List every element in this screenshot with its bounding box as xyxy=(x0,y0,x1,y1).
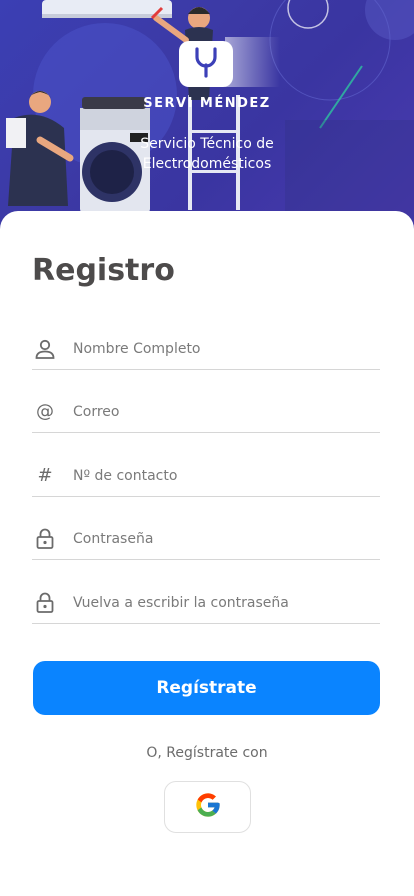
hash-icon: # xyxy=(37,465,53,486)
logo xyxy=(179,41,233,87)
full-name-field[interactable] xyxy=(32,328,380,370)
password-input[interactable] xyxy=(73,530,363,547)
full-name-input[interactable] xyxy=(73,340,363,357)
tagline-line1: Servicio Técnico de xyxy=(140,136,274,152)
email-input[interactable] xyxy=(73,403,363,420)
google-signup-button[interactable] xyxy=(164,781,251,833)
contact-number-input[interactable] xyxy=(73,467,363,484)
logo-glow xyxy=(225,37,280,87)
technicians-illustration xyxy=(6,0,414,230)
lock-icon xyxy=(32,590,58,616)
password-field[interactable] xyxy=(32,518,380,560)
hero-banner: SERVI MÉNDEZ Servicio Técnico de Electro… xyxy=(0,0,414,230)
at-icon: @ xyxy=(36,401,54,422)
register-button[interactable]: Regístrate xyxy=(33,661,380,715)
confirm-password-field[interactable] xyxy=(32,582,380,624)
page-title: Registro xyxy=(32,253,175,288)
wrench-icon xyxy=(191,45,221,83)
contact-number-field[interactable]: # xyxy=(32,455,380,497)
google-icon xyxy=(194,791,222,823)
alt-register-label: O, Regístrate con xyxy=(146,745,268,761)
register-card: Registro @ # Regístrate O, Regístrate co… xyxy=(0,211,414,896)
brand-name: SERVI MÉNDEZ xyxy=(143,96,271,111)
tagline-line2: Electrodomésticos xyxy=(142,156,272,172)
confirm-password-input[interactable] xyxy=(73,594,363,611)
email-field[interactable]: @ xyxy=(32,391,380,433)
lock-icon xyxy=(32,526,58,552)
tagline: Servicio Técnico de Electrodomésticos xyxy=(0,134,414,174)
person-icon xyxy=(32,336,58,362)
